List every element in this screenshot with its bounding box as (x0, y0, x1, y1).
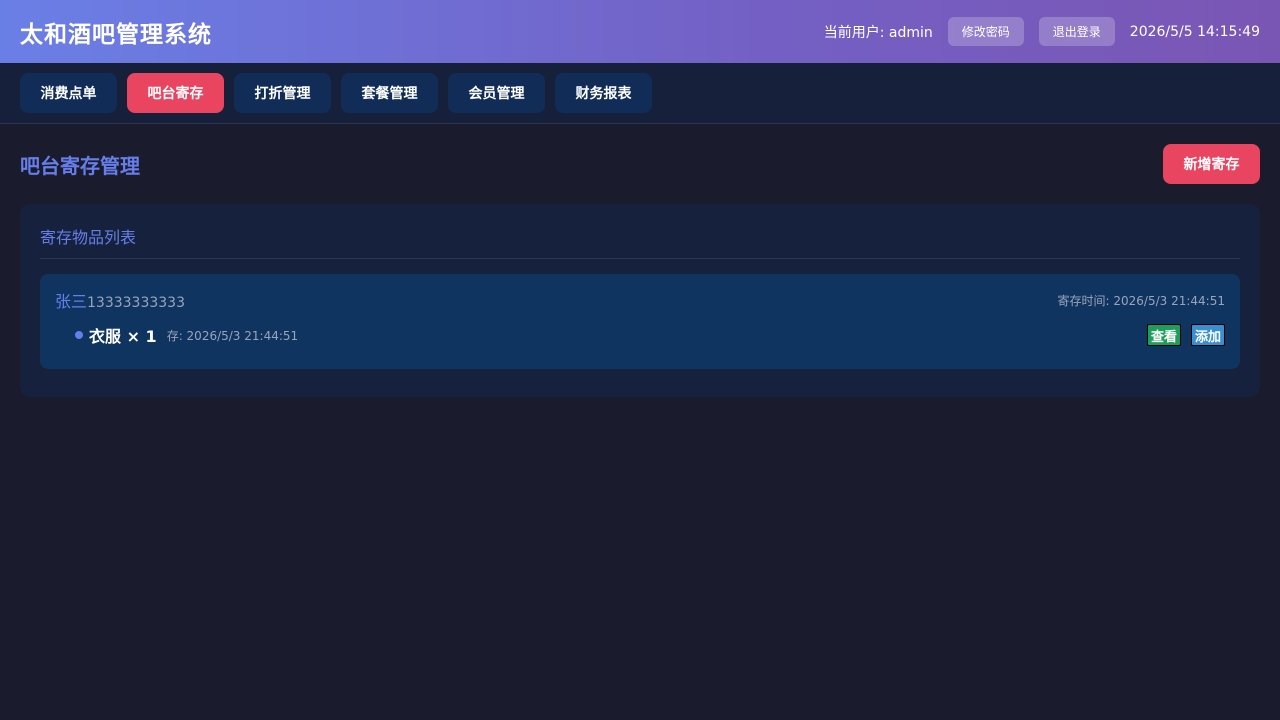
customer-info: 张三13333333333 (55, 288, 185, 312)
logout-button[interactable]: 退出登录 (1038, 17, 1115, 46)
record-header: 张三13333333333 寄存时间: 2026/5/3 21:44:51 (55, 289, 1225, 311)
customer-phone: 13333333333 (87, 295, 185, 311)
tab-discount-management[interactable]: 打折管理 (234, 73, 331, 113)
storage-item-row: 衣服 × 1 存: 2026/5/3 21:44:51 查看 添加 (55, 323, 1225, 347)
add-storage-button[interactable]: 新增寄存 (1163, 144, 1260, 184)
customer-name: 张三 (55, 292, 88, 311)
page-title: 吧台寄存管理 (20, 153, 140, 178)
item-name: 衣服 × 1 (89, 327, 157, 346)
header-right: 当前用户: admin 修改密码 退出登录 2026/5/5 14:15:49 (824, 17, 1260, 46)
storage-record: 张三13333333333 寄存时间: 2026/5/3 21:44:51 衣服… (40, 274, 1240, 369)
bullet-icon (75, 331, 83, 339)
storage-list-panel: 寄存物品列表 张三13333333333 寄存时间: 2026/5/3 21:4… (20, 204, 1260, 397)
change-password-button[interactable]: 修改密码 (947, 17, 1024, 46)
page-header: 吧台寄存管理 新增寄存 (20, 144, 1260, 184)
tab-finance-report[interactable]: 财务报表 (555, 73, 652, 113)
app-title: 太和酒吧管理系统 (20, 21, 212, 48)
tab-consumption-order[interactable]: 消费点单 (20, 73, 117, 113)
datetime-display: 2026/5/5 14:15:49 (1129, 23, 1260, 40)
tab-bar-storage[interactable]: 吧台寄存 (127, 73, 224, 113)
view-item-button[interactable]: 查看 (1146, 324, 1181, 346)
item-stored-time: 存: 2026/5/3 21:44:51 (166, 328, 299, 343)
tab-member-management[interactable]: 会员管理 (448, 73, 545, 113)
app-header: 太和酒吧管理系统 当前用户: admin 修改密码 退出登录 2026/5/5 … (0, 0, 1280, 63)
storage-time: 寄存时间: 2026/5/3 21:44:51 (1057, 293, 1225, 308)
current-user: 当前用户: admin (823, 24, 933, 41)
add-item-button[interactable]: 添加 (1190, 324, 1225, 346)
panel-title: 寄存物品列表 (40, 224, 1240, 259)
tab-package-management[interactable]: 套餐管理 (341, 73, 438, 113)
item-actions: 查看 添加 (1137, 324, 1225, 346)
item-info: 衣服 × 1 存: 2026/5/3 21:44:51 (55, 323, 298, 347)
nav-bar: 消费点单 吧台寄存 打折管理 套餐管理 会员管理 财务报表 (0, 63, 1280, 124)
main-content: 吧台寄存管理 新增寄存 寄存物品列表 张三13333333333 寄存时间: 2… (0, 124, 1280, 397)
